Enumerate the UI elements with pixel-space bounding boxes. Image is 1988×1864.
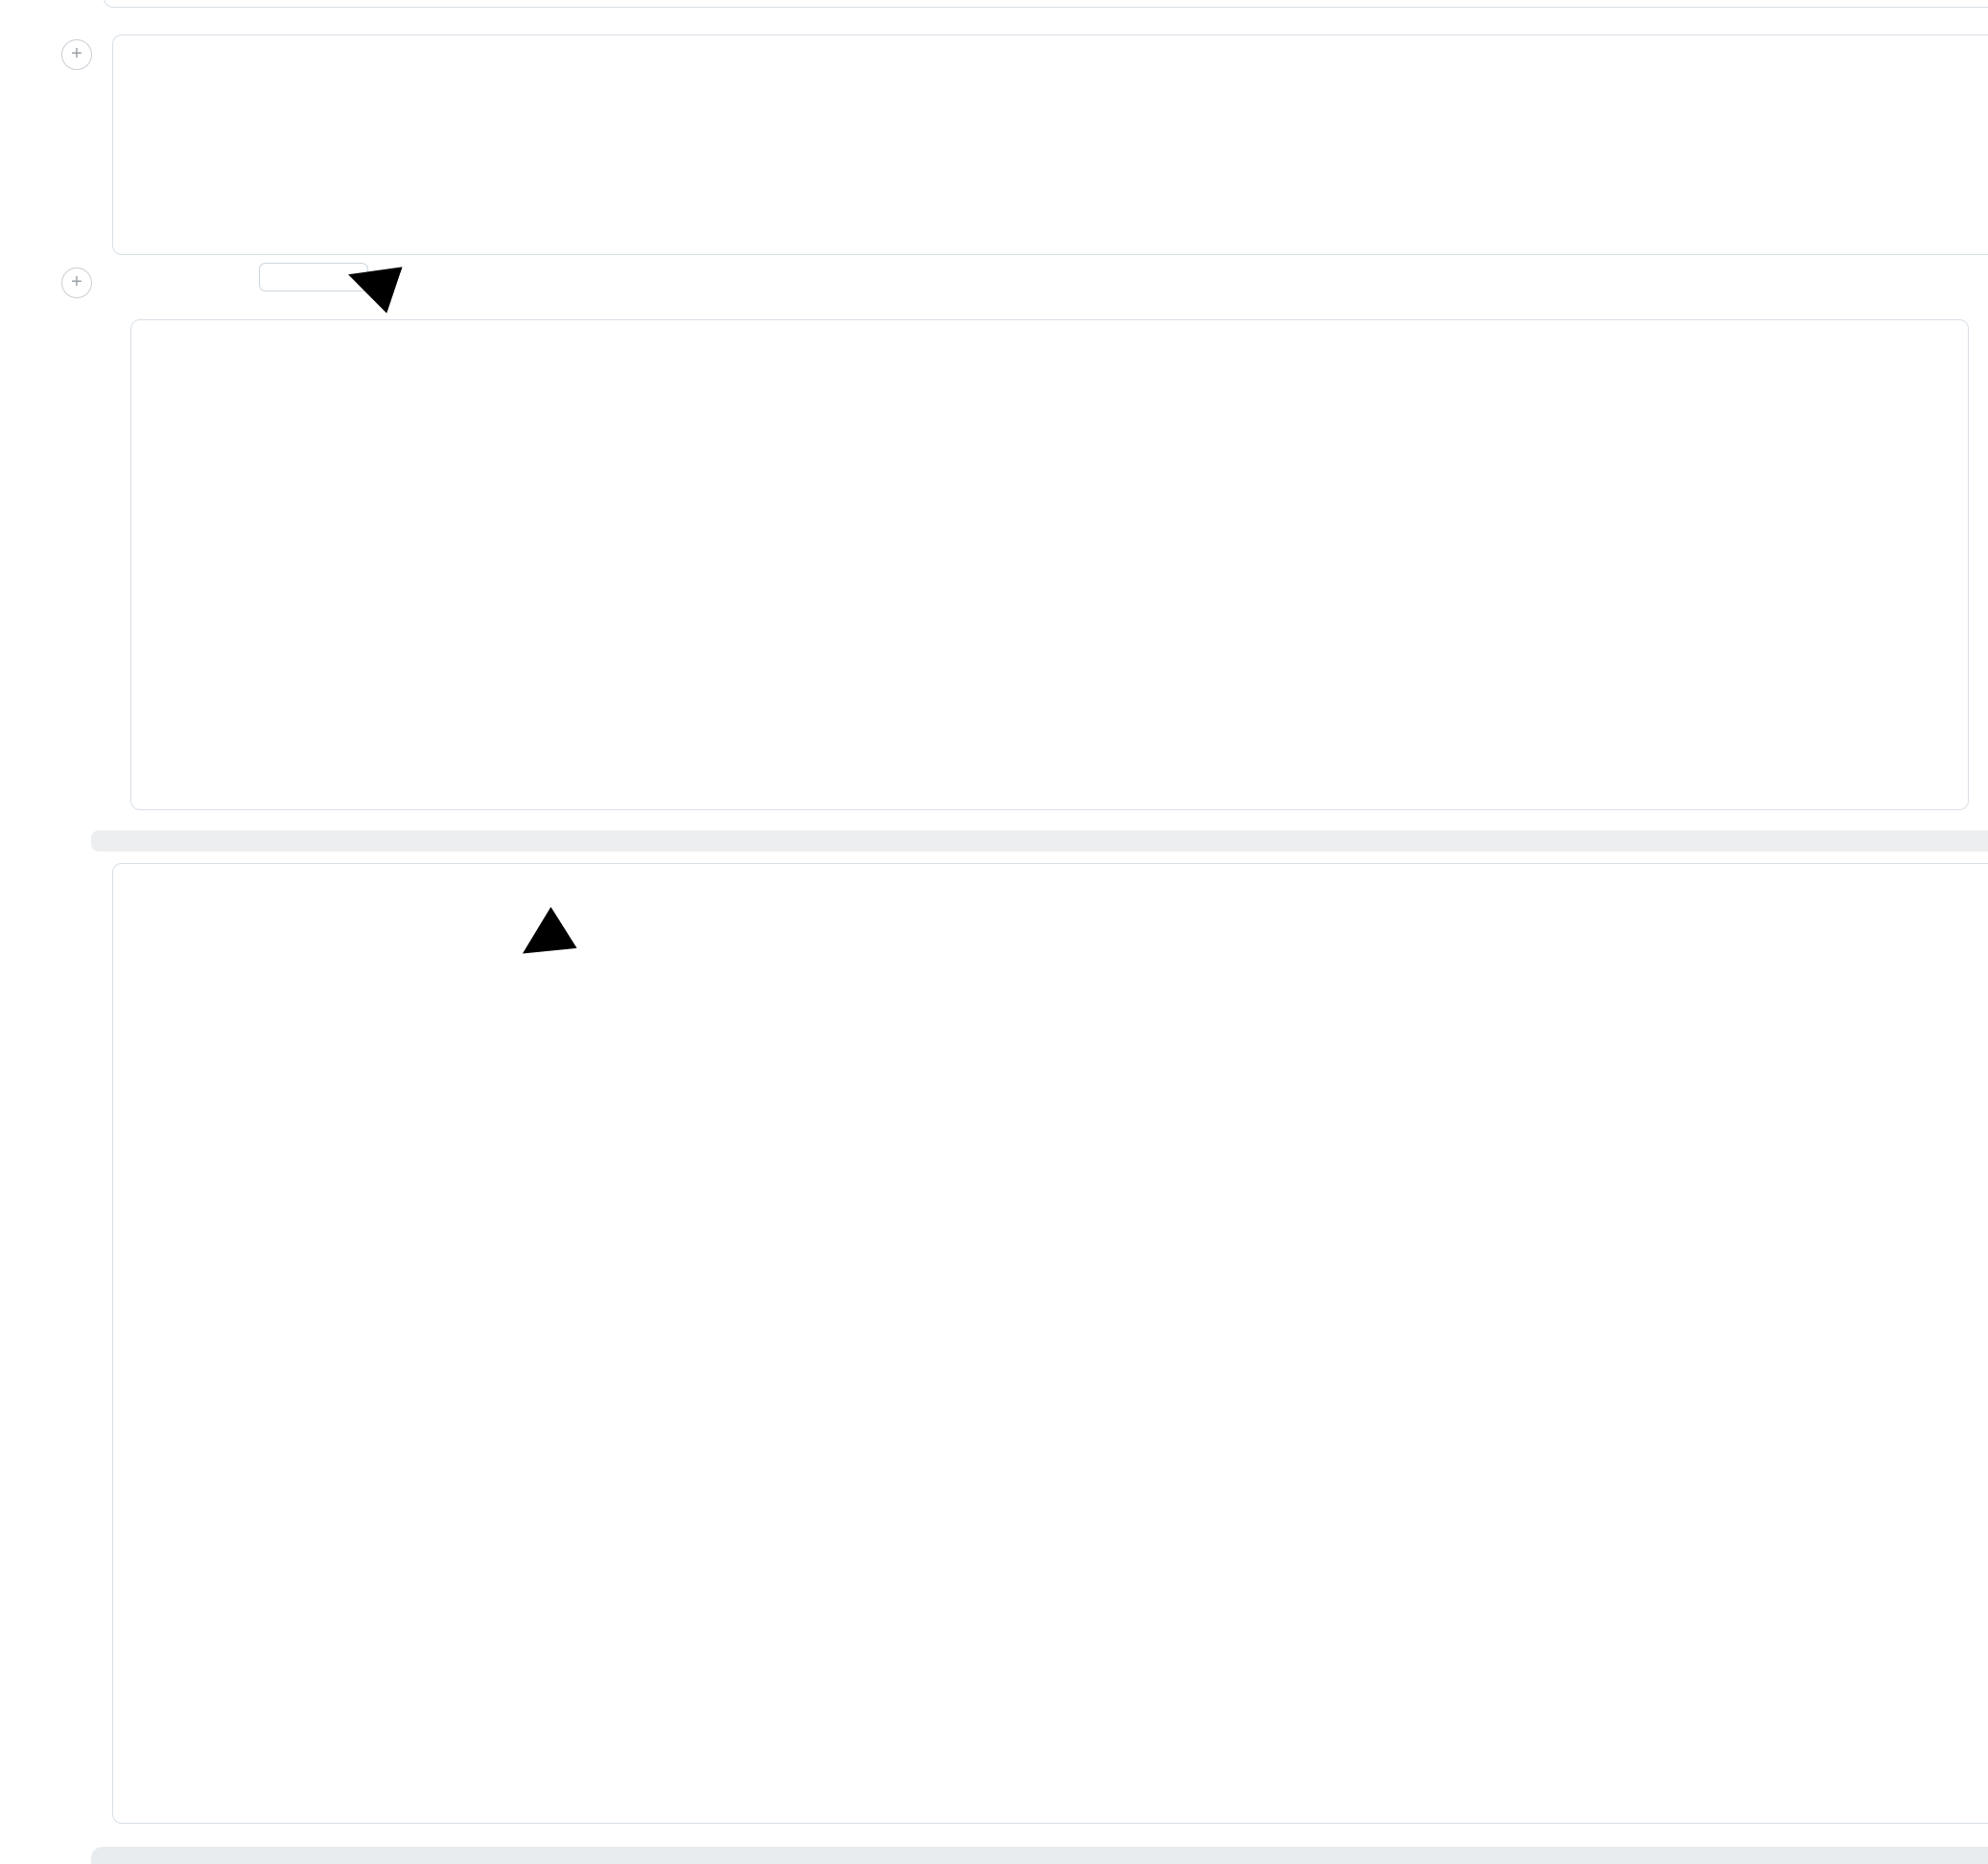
output-variable-pill[interactable] bbox=[259, 263, 368, 291]
previous-cell-edge bbox=[104, 0, 1988, 8]
cell-divider-band[interactable] bbox=[91, 830, 1988, 851]
sql-cell[interactable] bbox=[112, 35, 1988, 255]
add-cell-button[interactable]: + bbox=[61, 268, 92, 298]
next-cell-bar[interactable] bbox=[91, 1847, 1988, 1864]
result-table bbox=[130, 319, 1969, 810]
python-cell[interactable] bbox=[112, 863, 1988, 1824]
notebook-page: + + bbox=[0, 0, 1988, 1864]
add-cell-button[interactable]: + bbox=[61, 39, 92, 70]
